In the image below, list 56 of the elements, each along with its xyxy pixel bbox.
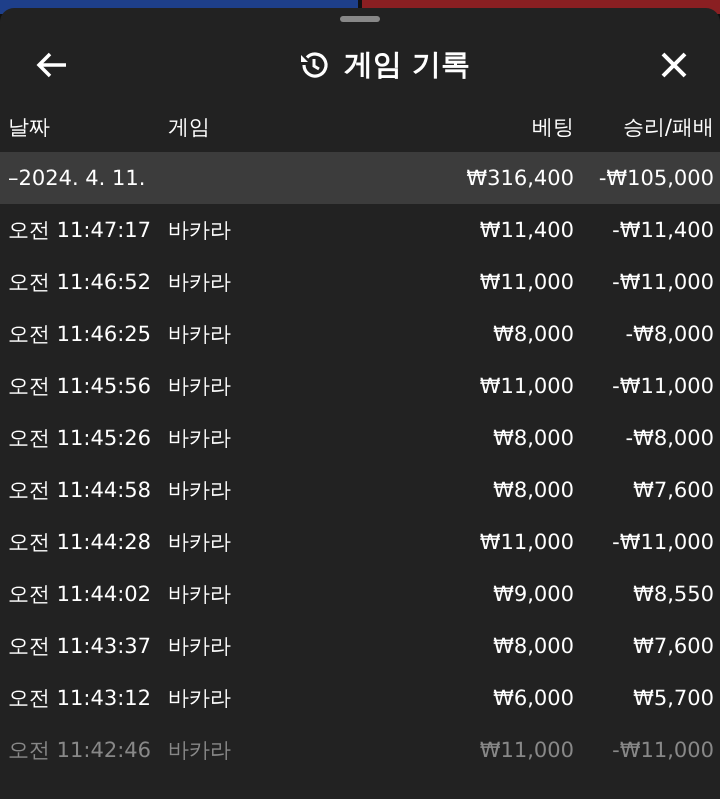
bet-cell-text: ₩8,000 bbox=[492, 426, 574, 450]
date-cell-text: –2024. 4. 11. bbox=[8, 166, 146, 190]
time-cell-text: 오전 11:44:02 bbox=[8, 581, 152, 608]
result-cell-text: -₩105,000 bbox=[598, 166, 714, 190]
column-header: 날짜 bbox=[8, 114, 51, 141]
game-cell-text: 바카라 bbox=[168, 529, 232, 556]
column-header: 게임 bbox=[168, 114, 211, 141]
result-cell-text: -₩8,000 bbox=[624, 322, 714, 346]
result-cell-text: ₩8,550 bbox=[632, 582, 714, 606]
bet-cell-text: ₩11,000 bbox=[478, 270, 574, 294]
game-cell-text: 바카라 bbox=[168, 217, 232, 244]
result-cell-text: ₩7,600 bbox=[632, 478, 714, 502]
column-header: 베팅 bbox=[531, 114, 574, 141]
time-cell-text: 오전 11:46:52 bbox=[8, 269, 152, 296]
time-cell-text: 오전 11:43:12 bbox=[8, 685, 152, 712]
result-cell-text: -₩11,000 bbox=[611, 270, 714, 294]
time-cell-text: 오전 11:43:37 bbox=[8, 633, 152, 660]
game-cell-text: 바카라 bbox=[168, 373, 232, 400]
result-cell-text: -₩11,000 bbox=[611, 738, 714, 762]
time-cell-text: 오전 11:46:25 bbox=[8, 321, 152, 348]
game-cell-text: 바카라 bbox=[168, 685, 232, 712]
result-cell-text: -₩11,400 bbox=[611, 218, 714, 242]
result-cell-text: -₩11,000 bbox=[611, 530, 714, 554]
result-cell-text: ₩5,700 bbox=[632, 686, 714, 710]
close-icon[interactable] bbox=[660, 51, 688, 79]
bet-cell-text: ₩11,000 bbox=[478, 374, 574, 398]
bet-cell-text: ₩8,000 bbox=[492, 322, 574, 346]
game-cell-text: 바카라 bbox=[168, 321, 232, 348]
bet-cell-text: ₩8,000 bbox=[492, 634, 574, 658]
game-cell-text: 바카라 bbox=[168, 737, 232, 764]
game-cell-text: 바카라 bbox=[168, 425, 232, 452]
drag-handle[interactable] bbox=[340, 16, 380, 22]
result-cell-text: ₩7,600 bbox=[632, 634, 714, 658]
bet-cell-text: ₩8,000 bbox=[492, 478, 574, 502]
bet-cell-text: ₩316,400 bbox=[465, 166, 574, 190]
window-title: 게임 기록 bbox=[344, 46, 470, 83]
result-cell-text: -₩8,000 bbox=[624, 426, 714, 450]
time-cell-text: 오전 11:44:58 bbox=[8, 477, 152, 504]
time-cell-text: 오전 11:44:28 bbox=[8, 529, 152, 556]
time-cell-text: 오전 11:47:17 bbox=[8, 217, 152, 244]
back-arrow-icon[interactable] bbox=[36, 51, 68, 79]
bet-cell-text: ₩11,400 bbox=[478, 218, 574, 242]
time-cell-text: 오전 11:42:46 bbox=[8, 737, 152, 764]
game-cell-text: 바카라 bbox=[168, 269, 232, 296]
summary-row[interactable]: –2024. 4. 11. ₩316,400 -₩105,000 bbox=[0, 152, 720, 204]
bet-cell-text: ₩11,000 bbox=[478, 530, 574, 554]
time-cell-text: 오전 11:45:26 bbox=[8, 425, 152, 452]
bet-cell-text: ₩11,000 bbox=[478, 738, 574, 762]
game-cell-text: 바카라 bbox=[168, 477, 232, 504]
bet-cell-text: ₩6,000 bbox=[492, 686, 574, 710]
game-cell-text: 바카라 bbox=[168, 633, 232, 660]
time-cell-text: 오전 11:45:56 bbox=[8, 373, 152, 400]
game-cell-text: 바카라 bbox=[168, 581, 232, 608]
column-header: 승리/패배 bbox=[622, 114, 714, 141]
result-cell-text: -₩11,000 bbox=[611, 374, 714, 398]
bet-cell-text: ₩9,000 bbox=[492, 582, 574, 606]
